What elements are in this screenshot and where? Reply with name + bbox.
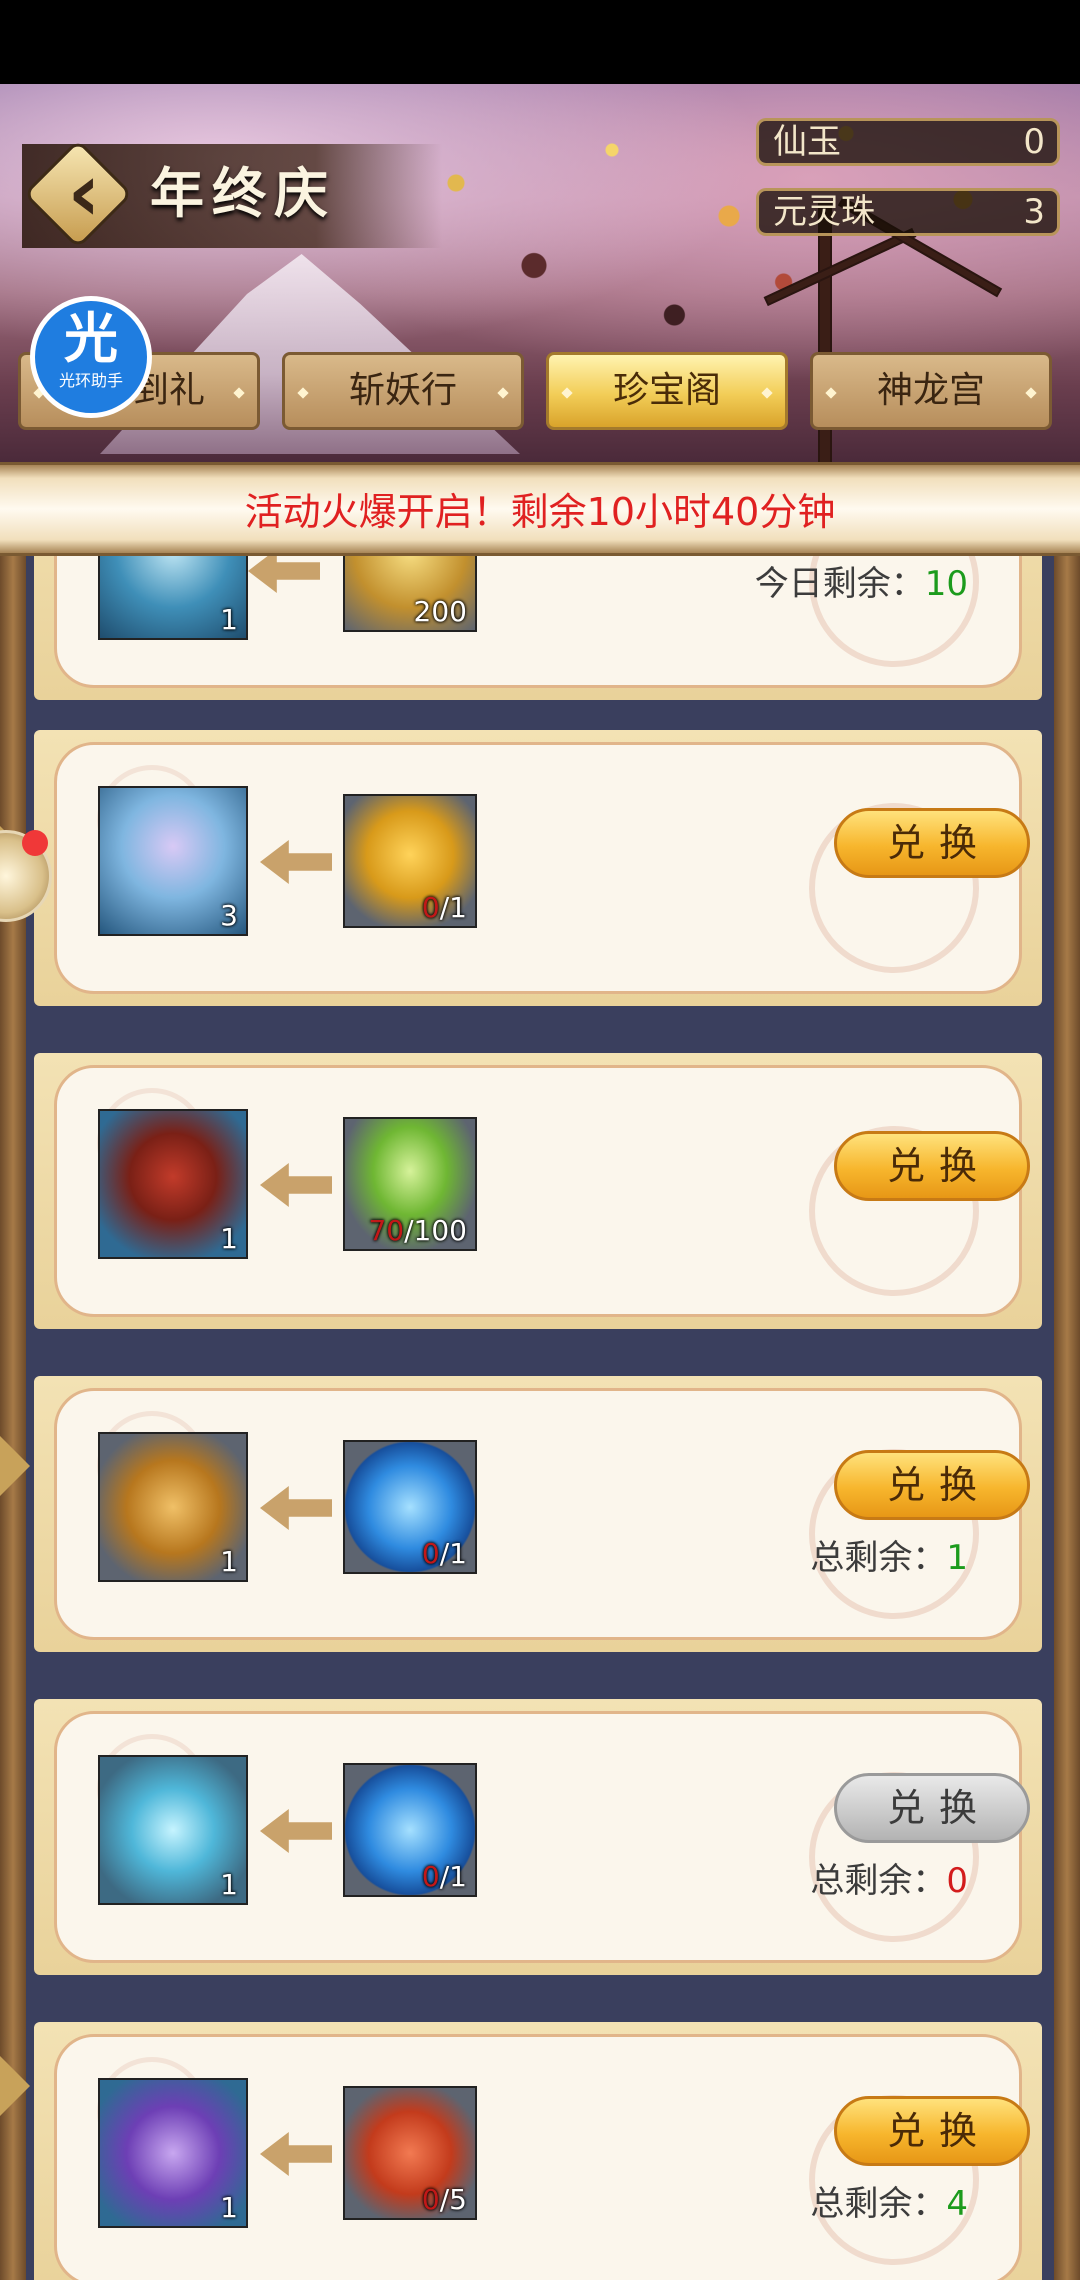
cost-have: 0 [421,1860,440,1893]
tab-zhanyaoxing[interactable]: 斩妖行 [282,352,524,430]
exchange-card: 1 0/1 兑换 总剩余：0 [34,1699,1042,1975]
helper-app-badge[interactable]: 光 光环助手 [30,296,152,418]
cost-qty: 70/100 [368,1214,467,1247]
currency-label: 仙玉 [773,122,841,162]
tab-ornament [825,387,837,399]
reward-slot[interactable]: 1 [98,1432,248,1582]
announcement-text: 活动火爆开启！剩余10小时40分钟 [244,490,836,534]
tab-label: 斩妖行 [348,370,457,411]
cost-qty: 0/1 [422,1537,467,1570]
remain-value: 0 [946,1861,968,1901]
tab-ornament [761,387,773,399]
cost-slot[interactable]: 0/1 [343,1763,477,1897]
reward-slot[interactable]: 1 [98,1755,248,1905]
remain-value: 4 [946,2184,968,2224]
tab-ornament [561,387,573,399]
cost-qty: 0/1 [422,891,467,924]
cost-need: /5 [439,2183,467,2216]
remain-text: 总剩余：4 [810,2176,968,2225]
right-rail [1054,556,1080,2280]
cost-need: /1 [439,891,467,924]
cost-qty: 200 [414,595,467,628]
helper-label: 光环助手 [58,371,123,390]
exchange-button[interactable]: 兑换 [834,2096,1030,2166]
announcement-bar: 活动火爆开启！剩余10小时40分钟 [0,462,1080,556]
reward-qty: 3 [220,899,238,932]
remain-value: 1 [946,1538,968,1578]
exchange-button[interactable]: 兑换 [834,808,1030,878]
tab-shenlonggong[interactable]: 神龙宫 [810,352,1052,430]
reward-slot[interactable]: 3 [98,786,248,936]
cost-need: 200 [413,595,467,628]
remain-label: 总剩余： [810,2184,947,2224]
currency-xianyu: 仙玉 0 [756,118,1060,166]
cost-have: 70 [368,1214,405,1247]
remain-value: 10 [924,564,968,604]
currency-value: 0 [1023,122,1045,162]
status-bar [0,0,1080,84]
page-title: 年终庆 [150,161,336,225]
reward-qty: 1 [220,1222,238,1255]
remain-text: 今日剩余：10 [755,556,968,605]
tab-label: 珍宝阁 [612,370,721,411]
chevron-left-icon[interactable]: ‹ [44,150,124,236]
cost-slot[interactable]: 0/5 [343,2086,477,2220]
cost-slot[interactable]: 0/1 [343,1440,477,1574]
reward-slot[interactable]: 1 [98,1109,248,1259]
remain-label: 总剩余： [810,1861,947,1901]
exchange-button-disabled[interactable]: 兑换 [834,1773,1030,1843]
remain-label: 今日剩余： [754,564,925,604]
cost-need: /1 [439,1537,467,1570]
currency-label: 元灵珠 [773,192,875,232]
tab-ornament [497,387,509,399]
exchange-card: 1 70/100 兑换 [34,1053,1042,1329]
cost-need: /100 [404,1214,467,1247]
reward-qty: 1 [220,1545,238,1578]
remain-label: 总剩余： [810,1538,947,1578]
exchange-card: 1 0/5 兑换 总剩余：4 [34,2022,1042,2280]
currency-yuanlingzhu: 元灵珠 3 [756,188,1060,236]
exchange-card: 1 200 今日剩余：10 [34,556,1042,700]
remain-text: 总剩余：0 [810,1853,968,1902]
helper-glyph: 光 [64,307,118,370]
tab-ornament [1025,387,1037,399]
exchange-list[interactable]: 1 200 今日剩余：10 3 0/1 兑换 1 70/100 兑换 1 0/1… [0,556,1080,2280]
cost-have: 0 [421,2183,440,2216]
cost-qty: 0/1 [422,1860,467,1893]
tab-bar: 到礼 斩妖行 珍宝阁 神龙宫 [18,352,1064,434]
exchange-card: 3 0/1 兑换 [34,730,1042,1006]
cost-slot[interactable]: 70/100 [343,1117,477,1251]
reward-slot[interactable]: 1 [98,2078,248,2228]
left-rail [0,556,26,2280]
tab-ornament [297,387,309,399]
currency-value: 3 [1023,192,1045,232]
cost-have: 0 [421,891,440,924]
reward-qty: 1 [220,603,238,636]
reward-qty: 1 [220,2191,238,2224]
cost-need: /1 [439,1860,467,1893]
tab-zhenbaoge[interactable]: 珍宝阁 [546,352,788,430]
reward-qty: 1 [220,1868,238,1901]
exchange-card: 1 0/1 兑换 总剩余：1 [34,1376,1042,1652]
notification-dot [22,830,48,856]
remain-text: 总剩余：1 [810,1530,968,1579]
exchange-button[interactable]: 兑换 [834,1131,1030,1201]
tab-ornament [233,387,245,399]
reward-slot[interactable]: 1 [98,556,248,640]
cost-slot[interactable]: 200 [343,556,477,632]
cost-slot[interactable]: 0/1 [343,794,477,928]
cost-qty: 0/5 [422,2183,467,2216]
exchange-button[interactable]: 兑换 [834,1450,1030,1520]
cost-have: 0 [421,1537,440,1570]
tab-label: 神龙宫 [876,370,985,411]
